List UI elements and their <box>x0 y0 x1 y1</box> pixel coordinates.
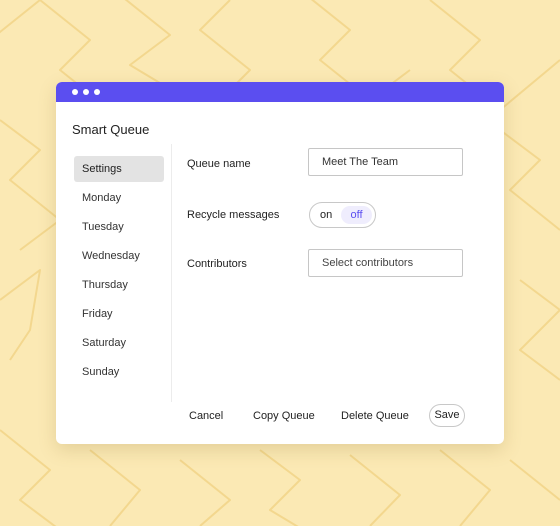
sidebar-item-monday[interactable]: Monday <box>74 185 164 211</box>
titlebar-dot-icon[interactable] <box>94 89 100 95</box>
save-button[interactable]: Save <box>429 404 465 427</box>
cancel-button[interactable]: Cancel <box>189 410 223 422</box>
sidebar-item-friday[interactable]: Friday <box>74 301 164 327</box>
recycle-messages-toggle[interactable]: on off <box>309 202 376 228</box>
recycle-messages-label: Recycle messages <box>187 209 280 221</box>
delete-queue-button[interactable]: Delete Queue <box>341 410 409 422</box>
sidebar-item-settings[interactable]: Settings <box>74 156 164 182</box>
sidebar-item-saturday[interactable]: Saturday <box>74 330 164 356</box>
sidebar-item-wednesday[interactable]: Wednesday <box>74 243 164 269</box>
sidebar: Settings Monday Tuesday Wednesday Thursd… <box>74 156 164 388</box>
queue-name-label: Queue name <box>187 158 251 170</box>
copy-queue-button[interactable]: Copy Queue <box>253 410 315 422</box>
contributors-label: Contributors <box>187 258 247 270</box>
contributors-input[interactable] <box>308 249 463 277</box>
sidebar-item-thursday[interactable]: Thursday <box>74 272 164 298</box>
window-title: Smart Queue <box>72 122 150 137</box>
sidebar-divider <box>171 144 172 402</box>
titlebar-dot-icon[interactable] <box>72 89 78 95</box>
queue-name-input[interactable] <box>308 148 463 176</box>
titlebar <box>56 82 504 102</box>
sidebar-item-tuesday[interactable]: Tuesday <box>74 214 164 240</box>
sidebar-item-sunday[interactable]: Sunday <box>74 359 164 385</box>
toggle-on-option[interactable]: on <box>320 203 332 227</box>
smart-queue-window: Smart Queue Settings Monday Tuesday Wedn… <box>56 82 504 444</box>
titlebar-dot-icon[interactable] <box>83 89 89 95</box>
toggle-off-option[interactable]: off <box>341 206 372 224</box>
